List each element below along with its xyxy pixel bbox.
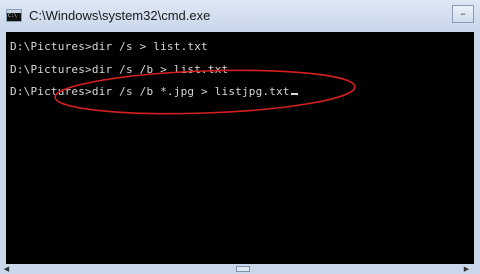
console-line-3-text: D:\Pictures>dir /s /b *.jpg > listjpg.tx…: [10, 85, 290, 98]
console-output[interactable]: D:\Pictures>dir /s > list.txt D:\Picture…: [6, 32, 474, 264]
horizontal-scrollbar[interactable]: ◀ ▶: [0, 264, 480, 274]
cmd-icon[interactable]: [6, 9, 22, 22]
title-bar[interactable]: C:\Windows\system32\cmd.exe –: [0, 0, 480, 32]
scroll-right-icon[interactable]: ▶: [462, 265, 471, 273]
text-cursor: [290, 93, 298, 95]
minimize-button[interactable]: –: [452, 5, 474, 23]
console-line-2: D:\Pictures>dir /s /b > list.txt: [10, 63, 229, 76]
window-title: C:\Windows\system32\cmd.exe: [29, 8, 211, 23]
vertical-scrollbar[interactable]: [474, 32, 480, 264]
scroll-thumb[interactable]: [236, 266, 250, 272]
console-line-1: D:\Pictures>dir /s > list.txt: [10, 40, 208, 53]
scroll-left-icon[interactable]: ◀: [2, 265, 11, 273]
cmd-window: C:\Windows\system32\cmd.exe – D:\Picture…: [0, 0, 480, 274]
minimize-icon: –: [460, 7, 466, 20]
console-line-3: D:\Pictures>dir /s /b *.jpg > listjpg.tx…: [10, 85, 298, 98]
